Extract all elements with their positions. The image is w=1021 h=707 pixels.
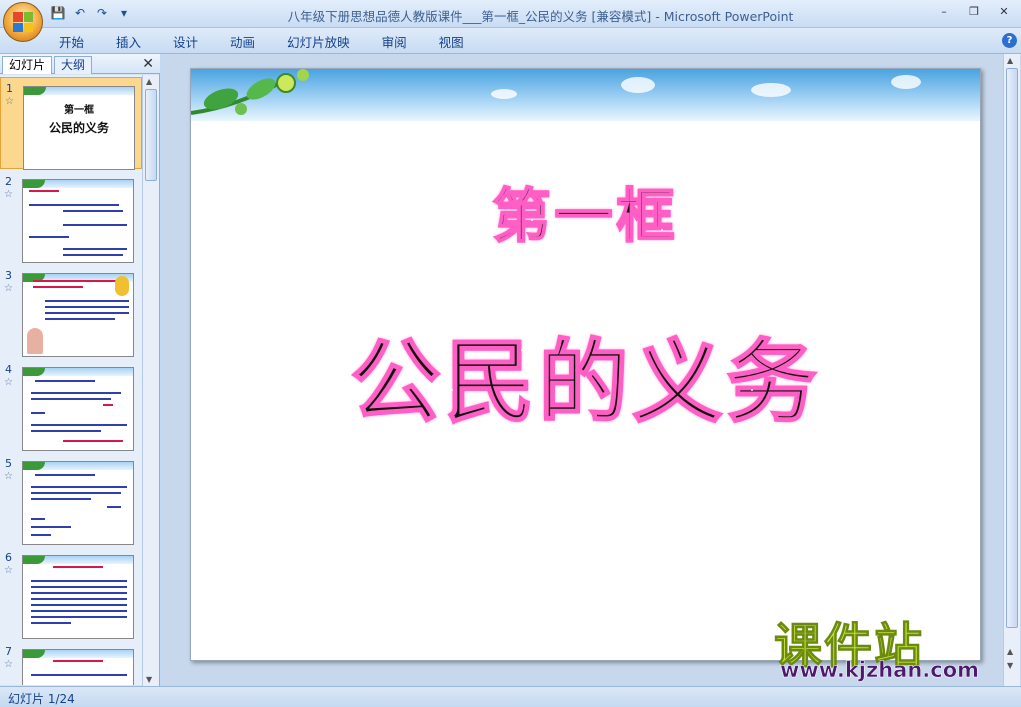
restore-button[interactable]: ❐ xyxy=(961,3,987,21)
tab-outline[interactable]: 大纲 xyxy=(54,56,93,74)
tab-slideshow[interactable]: 幻灯片放映 xyxy=(287,32,350,51)
status-bar: 幻灯片 1/24 xyxy=(0,686,1021,707)
slide-counter: 幻灯片 1/24 xyxy=(8,692,75,706)
animation-icon: ☆ xyxy=(4,377,13,388)
slide-subtitle[interactable]: 公民的义务 xyxy=(191,309,980,439)
thumbnail-image: 第一框 公民的义务 xyxy=(23,86,135,170)
slide-number: 7 xyxy=(5,645,12,658)
slide-canvas[interactable]: 第一框 公民的义务 xyxy=(190,68,981,661)
animation-icon: ☆ xyxy=(5,96,14,107)
slide-thumbnail-2[interactable]: 2 ☆ xyxy=(0,171,142,263)
help-icon[interactable]: ? xyxy=(1002,33,1017,48)
save-icon[interactable]: 💾 xyxy=(50,5,66,21)
redo-icon[interactable]: ↷ xyxy=(94,5,110,21)
animation-icon: ☆ xyxy=(4,565,13,576)
thumbnail-image xyxy=(22,367,134,451)
window-controls: – ❐ ✕ xyxy=(931,3,1017,21)
slide-thumbnail-1[interactable]: 1 ☆ 第一框 公民的义务 xyxy=(0,77,142,170)
ribbon: 开始 插入 设计 动画 幻灯片放映 审阅 视图 ? xyxy=(0,28,1021,54)
slide-number: 4 xyxy=(5,363,12,376)
pane-tabs: 幻灯片 大纲 ✕ xyxy=(0,54,160,74)
customize-qat-icon[interactable]: ▾ xyxy=(116,5,132,21)
vine-decoration-icon xyxy=(191,69,309,115)
tab-design[interactable]: 设计 xyxy=(173,32,198,51)
editor-scrollbar[interactable]: ▲ ▲ ▼ xyxy=(1003,54,1020,686)
thumbnail-image xyxy=(22,179,134,263)
scroll-up-icon[interactable]: ▲ xyxy=(1007,56,1013,65)
pane-scrollbar[interactable]: ▲ ▼ xyxy=(142,75,159,686)
slides-pane: 幻灯片 大纲 ✕ 1 ☆ 第一框 公民的义务 2 ☆ 3 ☆ 4 ☆ 5 ☆ 6… xyxy=(0,54,160,686)
scroll-thumb[interactable] xyxy=(145,89,157,181)
slide-thumbnail-6[interactable]: 6 ☆ xyxy=(0,547,142,639)
slide-thumbnail-4[interactable]: 4 ☆ xyxy=(0,359,142,451)
minimize-button[interactable]: – xyxy=(931,3,957,21)
next-slide-icon[interactable]: ▼ xyxy=(1007,661,1013,670)
office-button[interactable] xyxy=(3,2,43,42)
close-button[interactable]: ✕ xyxy=(991,3,1017,21)
tab-review[interactable]: 审阅 xyxy=(382,32,407,51)
watermark-logo: 课件站 www.kjzhan.com xyxy=(766,606,1006,684)
window-title: 八年级下册思想品德人教版课件___第一框_公民的义务 [兼容模式] - Micr… xyxy=(287,9,794,24)
animation-icon: ☆ xyxy=(4,189,13,200)
tab-insert[interactable]: 插入 xyxy=(116,32,141,51)
slide-number: 5 xyxy=(5,457,12,470)
tab-slides[interactable]: 幻灯片 xyxy=(2,56,53,74)
animation-icon: ☆ xyxy=(4,659,13,670)
slide-editor: 第一框 公民的义务 ▲ ▲ ▼ xyxy=(161,54,1021,686)
animation-icon: ☆ xyxy=(4,471,13,482)
slide-number: 1 xyxy=(6,82,13,95)
title-bar: 💾 ↶ ↷ ▾ 八年级下册思想品德人教版课件___第一框_公民的义务 [兼容模式… xyxy=(0,0,1021,28)
ribbon-tabs: 开始 插入 设计 动画 幻灯片放映 审阅 视图 xyxy=(59,32,496,51)
tab-home[interactable]: 开始 xyxy=(59,32,84,51)
thumbnail-image xyxy=(22,273,134,357)
slide-thumbnails: 1 ☆ 第一框 公民的义务 2 ☆ 3 ☆ 4 ☆ 5 ☆ 6 ☆ 7 ☆ xyxy=(0,75,142,685)
thumbnail-title: 第一框 xyxy=(64,105,94,116)
quick-access-toolbar: 💾 ↶ ↷ ▾ xyxy=(50,5,132,21)
slide-number: 3 xyxy=(5,269,12,282)
slide-thumbnail-5[interactable]: 5 ☆ xyxy=(0,453,142,545)
slide-number: 2 xyxy=(5,175,12,188)
slide-thumbnail-7[interactable]: 7 ☆ xyxy=(0,641,142,685)
tab-animations[interactable]: 动画 xyxy=(230,32,255,51)
thumbnail-image xyxy=(22,649,134,685)
tab-view[interactable]: 视图 xyxy=(439,32,464,51)
watermark-url: www.kjzhan.com xyxy=(780,658,980,683)
scroll-up-icon[interactable]: ▲ xyxy=(146,77,152,86)
slide-number: 6 xyxy=(5,551,12,564)
thumbnail-image xyxy=(22,461,134,545)
previous-slide-icon[interactable]: ▲ xyxy=(1007,647,1013,656)
scroll-thumb[interactable] xyxy=(1006,68,1018,628)
slide-thumbnail-3[interactable]: 3 ☆ xyxy=(0,265,142,357)
scroll-down-icon[interactable]: ▼ xyxy=(146,675,152,684)
slide-title[interactable]: 第一框 xyxy=(191,169,980,253)
close-icon[interactable]: ✕ xyxy=(142,56,154,72)
thumbnail-subtitle: 公民的义务 xyxy=(48,121,109,135)
undo-icon[interactable]: ↶ xyxy=(72,5,88,21)
animation-icon: ☆ xyxy=(4,283,13,294)
thumbnail-image xyxy=(22,555,134,639)
office-logo-icon xyxy=(13,12,33,32)
